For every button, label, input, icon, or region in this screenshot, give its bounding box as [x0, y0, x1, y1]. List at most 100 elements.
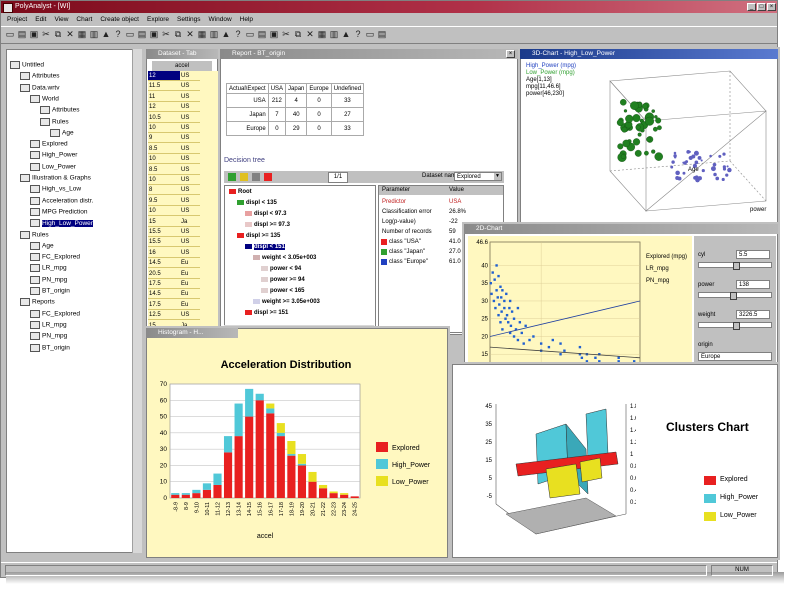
- grid-icon[interactable]: ▦: [317, 30, 327, 39]
- dataset-cell[interactable]: 8.5: [148, 144, 180, 154]
- tree-item[interactable]: BT_origin: [30, 343, 70, 352]
- decision-tree-node[interactable]: weight < 3.05e+003: [253, 255, 316, 261]
- dataset-cell[interactable]: 15.5: [148, 227, 180, 237]
- slider-track[interactable]: [698, 322, 772, 330]
- tree-tool-icon[interactable]: [264, 173, 272, 181]
- dataset-cell[interactable]: US: [180, 123, 200, 133]
- dataset-cell[interactable]: 11.5: [148, 81, 180, 92]
- tree-scrollbar[interactable]: [132, 49, 142, 553]
- tree-tool-icon[interactable]: [252, 173, 260, 181]
- slider-value[interactable]: Europe: [698, 352, 772, 361]
- new-icon[interactable]: ▭: [365, 30, 375, 39]
- tree-item[interactable]: PN_mpg: [30, 275, 67, 284]
- save-icon[interactable]: ▣: [269, 30, 279, 39]
- tree-tool-icon[interactable]: [240, 173, 248, 181]
- dataset-cell[interactable]: US: [180, 237, 200, 248]
- chart-icon[interactable]: ▲: [341, 30, 351, 39]
- tree-item[interactable]: Attributes: [20, 72, 59, 81]
- dataset-cell[interactable]: 15.5: [148, 237, 180, 248]
- tree-item[interactable]: BT_origin: [30, 287, 70, 295]
- decision-tree-node[interactable]: displ < 135: [237, 200, 277, 206]
- table-icon[interactable]: ▥: [89, 30, 99, 39]
- dataset-cell[interactable]: US: [180, 185, 200, 196]
- menu-item[interactable]: View: [54, 16, 68, 23]
- dataset-cell[interactable]: 9.5: [148, 196, 180, 206]
- tree-item[interactable]: LR_mpg: [30, 320, 67, 329]
- decision-tree-node[interactable]: power >= 94: [261, 277, 305, 283]
- menu-item[interactable]: Create object: [100, 16, 139, 23]
- dataset-cell[interactable]: 15: [148, 217, 180, 227]
- decision-tree-node[interactable]: power < 165: [261, 288, 305, 294]
- menu-item[interactable]: Settings: [177, 16, 201, 23]
- dataset-cell[interactable]: 14.5: [148, 289, 180, 300]
- copy-icon[interactable]: ⧉: [53, 30, 63, 39]
- dataset-cell[interactable]: 8: [148, 185, 180, 196]
- chart-icon[interactable]: ▲: [101, 30, 111, 39]
- dataset-cell[interactable]: US: [180, 227, 200, 237]
- new-icon[interactable]: ▭: [245, 30, 255, 39]
- slider-thumb[interactable]: [733, 322, 740, 330]
- dataset-cell[interactable]: US: [180, 144, 200, 154]
- tree-item[interactable]: Data.wrtv: [20, 83, 59, 92]
- menu-item[interactable]: Chart: [76, 16, 92, 23]
- slider-value[interactable]: 138: [736, 280, 770, 289]
- slider-value[interactable]: 5.5: [736, 250, 770, 259]
- tree-item[interactable]: Rules: [20, 230, 49, 239]
- copy-icon[interactable]: ⧉: [173, 30, 183, 39]
- dataset-cell[interactable]: Eu: [180, 258, 200, 269]
- slider-value[interactable]: 3226.5: [736, 310, 770, 319]
- dataset-cell[interactable]: US: [180, 165, 200, 175]
- tree-item[interactable]: LR_mpg: [30, 264, 67, 273]
- tree-item[interactable]: FC_Explored: [30, 253, 80, 262]
- dataset-cell[interactable]: 12.5: [148, 310, 180, 321]
- dataset-cell[interactable]: 10.5: [148, 113, 180, 123]
- tree-item[interactable]: Reports: [20, 298, 55, 307]
- decision-tree-node[interactable]: displ >= 151: [245, 310, 288, 316]
- dataset-cell[interactable]: US: [180, 71, 200, 81]
- dataset-cell[interactable]: 9: [148, 133, 180, 144]
- menu-item[interactable]: Explore: [147, 16, 169, 23]
- dataset-cell[interactable]: 12: [148, 102, 180, 113]
- tree-item[interactable]: Explored: [30, 140, 68, 149]
- dataset-cell[interactable]: 10: [148, 206, 180, 217]
- save-icon[interactable]: ▣: [29, 30, 39, 39]
- menu-item[interactable]: Project: [7, 16, 27, 23]
- dataset-cell[interactable]: 10: [148, 154, 180, 165]
- dataset-cell[interactable]: 12: [148, 71, 180, 81]
- help-icon[interactable]: ?: [233, 30, 243, 39]
- dataset-cell[interactable]: US: [180, 92, 200, 102]
- delete-icon[interactable]: ✕: [185, 30, 195, 39]
- dataset-cell[interactable]: Eu: [180, 289, 200, 300]
- minimize-button[interactable]: _: [747, 3, 756, 11]
- grid-icon[interactable]: ▦: [77, 30, 87, 39]
- open-icon[interactable]: ▤: [137, 30, 147, 39]
- menu-item[interactable]: Edit: [35, 16, 46, 23]
- tree-item[interactable]: Age: [30, 241, 54, 250]
- dataset-cell[interactable]: Eu: [180, 269, 200, 279]
- open-icon[interactable]: ▤: [257, 30, 267, 39]
- tree-item[interactable]: High_Low_Power: [30, 219, 93, 228]
- decision-tree-node[interactable]: Root: [229, 189, 252, 195]
- clusters-3d-chart[interactable]: 45 35 25 15 5 -5 1.8 1.6 1.4 1.2 1 0.8 0.6 0.4 0.2: [476, 394, 636, 554]
- tree-item[interactable]: High_vs_Low: [30, 185, 81, 194]
- dataset-cell[interactable]: Eu: [180, 300, 200, 310]
- tree-item[interactable]: Low_Power: [30, 162, 76, 171]
- maximize-button[interactable]: □: [757, 3, 766, 11]
- dataset-cell[interactable]: US: [180, 196, 200, 206]
- dataset-cell[interactable]: US: [180, 154, 200, 165]
- tree-item[interactable]: Attributes: [40, 106, 79, 115]
- chart-icon[interactable]: ▲: [221, 30, 231, 39]
- dataset-cell[interactable]: 10: [148, 123, 180, 133]
- copy-icon[interactable]: ⧉: [293, 30, 303, 39]
- delete-icon[interactable]: ✕: [65, 30, 75, 39]
- dataset-cell[interactable]: 10: [148, 175, 180, 185]
- cut-icon[interactable]: ✂: [161, 30, 171, 39]
- dataset-cell[interactable]: US: [180, 102, 200, 113]
- decision-tree-node[interactable]: displ >= 97.3: [245, 222, 290, 228]
- dataset-cell[interactable]: 14.5: [148, 258, 180, 269]
- open-icon[interactable]: ▤: [377, 30, 387, 39]
- delete-icon[interactable]: ✕: [305, 30, 315, 39]
- dataset-cell[interactable]: 11: [148, 92, 180, 102]
- dataset-cell[interactable]: US: [180, 310, 200, 321]
- tree-item[interactable]: Untitled: [10, 61, 44, 69]
